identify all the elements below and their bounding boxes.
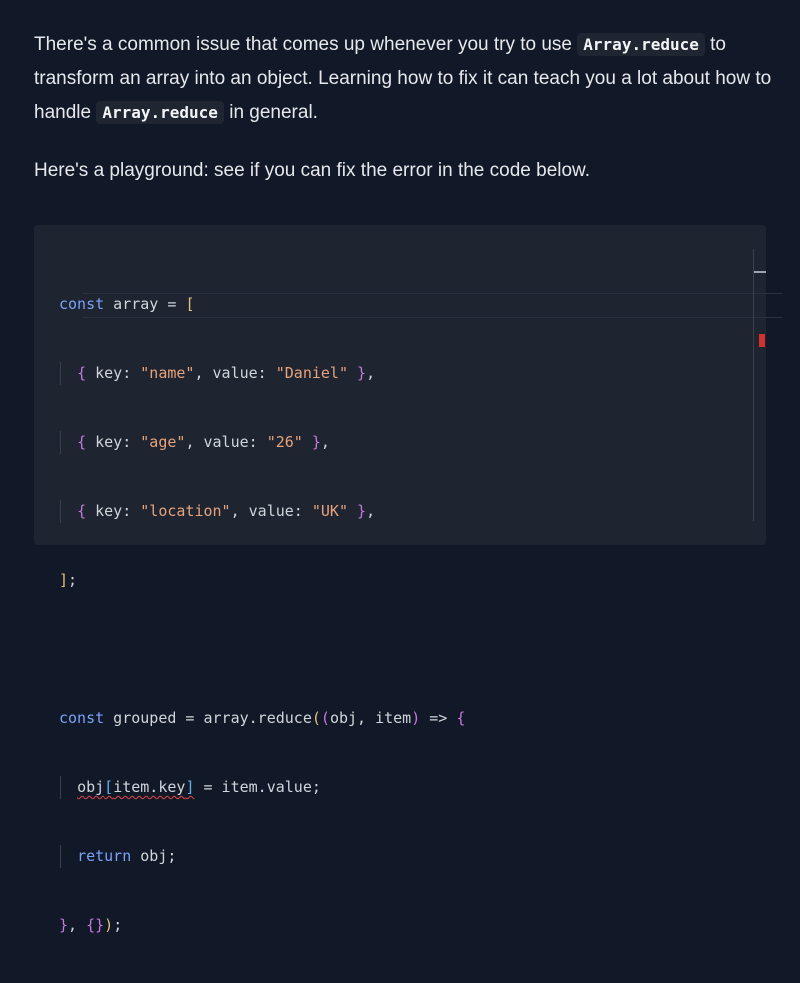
indent-guide <box>60 500 61 523</box>
code-line-4: { key: "location", value: "UK" }, <box>59 500 465 523</box>
article-body: There's a common issue that comes up whe… <box>34 28 774 188</box>
token-text: array = <box>104 295 186 313</box>
token-brace: { <box>77 433 87 451</box>
indent-guide <box>60 431 61 454</box>
token-text: key: <box>86 364 141 382</box>
token-keyword: const <box>59 295 105 313</box>
code-content[interactable]: const array = [ { key: "name", value: "D… <box>59 247 465 983</box>
token-brace: } <box>311 433 321 451</box>
token-text: grouped = array.reduce <box>104 709 312 727</box>
token-string: "UK" <box>311 502 348 520</box>
code-line-1: const array = [ <box>59 293 465 316</box>
token-string: "26" <box>266 433 303 451</box>
token-brace: } <box>357 364 367 382</box>
token-identifier: obj <box>77 778 105 796</box>
token-string: "Daniel" <box>275 364 348 382</box>
error-squiggle[interactable]: obj[item.key] <box>77 778 194 796</box>
token-text: = item.value; <box>194 778 321 796</box>
token-text: , <box>68 916 87 934</box>
code-line-10: }, {}); <box>59 914 465 937</box>
code-line-7: const grouped = array.reduce((obj, item)… <box>59 707 465 730</box>
token-paren: ) <box>104 916 114 934</box>
token-brace: { <box>77 502 87 520</box>
token-keyword: return <box>77 847 132 865</box>
token-string: "age" <box>140 433 186 451</box>
token-bracket: ] <box>185 778 195 796</box>
token-arrow: => <box>420 709 457 727</box>
playground-paragraph: Here's a playground: see if you can fix … <box>34 160 591 181</box>
token-string: "name" <box>140 364 195 382</box>
token-text: , value: <box>230 502 312 520</box>
intro-paragraph: There's a common issue that comes up whe… <box>34 28 774 130</box>
indent-guide <box>60 776 61 799</box>
token-paren: ( <box>311 709 321 727</box>
token-brace: { <box>456 709 466 727</box>
indent-guide <box>60 845 61 868</box>
scrollbar-cursor-marker <box>754 271 766 273</box>
token-paren: ( <box>320 709 330 727</box>
code-line-3: { key: "age", value: "26" }, <box>59 431 465 454</box>
token-keyword: const <box>59 709 105 727</box>
vertical-scrollbar[interactable] <box>753 249 754 521</box>
inline-code-array-reduce: Array.reduce <box>577 33 705 56</box>
token-brace: } <box>357 502 367 520</box>
intro-text-3: in general. <box>223 102 318 123</box>
token-text: , value: <box>194 364 276 382</box>
code-line-2: { key: "name", value: "Daniel" }, <box>59 362 465 385</box>
token-text: key: <box>86 433 141 451</box>
code-line-9: return obj; <box>59 845 465 868</box>
intro-text-1: There's a common issue that comes up whe… <box>34 34 578 55</box>
token-text: , value: <box>185 433 267 451</box>
token-text: ; <box>113 916 123 934</box>
token-bracket: [ <box>104 778 114 796</box>
token-string: "location" <box>140 502 231 520</box>
token-params: obj, item <box>329 709 412 727</box>
token-bracket: [ <box>185 295 195 313</box>
token-paren: ) <box>411 709 421 727</box>
indent-guide <box>60 362 61 385</box>
token-object-literal: {} <box>86 916 105 934</box>
code-line-8: obj[item.key] = item.value; <box>59 776 465 799</box>
token-bracket: ] <box>59 571 69 589</box>
token-brace: { <box>77 364 87 382</box>
code-line-5: ]; <box>59 571 78 589</box>
token-text: obj; <box>131 847 177 865</box>
token-identifier: item.key <box>113 778 186 796</box>
token-brace: } <box>59 916 69 934</box>
code-editor[interactable]: const array = [ { key: "name", value: "D… <box>34 225 782 934</box>
scrollbar-error-marker[interactable] <box>759 334 765 347</box>
token-text: key: <box>86 502 141 520</box>
inline-code-array-reduce-2: Array.reduce <box>96 101 224 124</box>
